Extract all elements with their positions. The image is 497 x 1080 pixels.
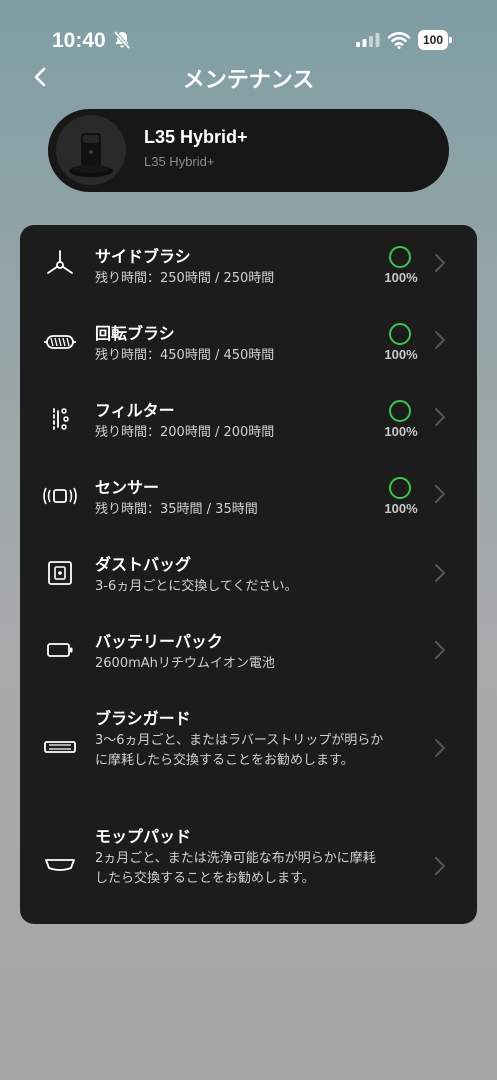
list-item-filter[interactable]: フィルター 残り時間：200時間 / 200時間 100%	[20, 397, 477, 457]
item-desc: 3〜6ヵ月ごと、またはラバーストリップが明らかに摩耗したら交換することをお勧めし…	[95, 733, 384, 768]
sensor-icon	[43, 487, 77, 505]
dust-bag-icon	[48, 561, 72, 585]
bell-muted-icon	[113, 30, 131, 50]
status-time: 10:40	[52, 29, 106, 52]
status-ring	[389, 323, 411, 345]
item-title: センサー	[95, 478, 160, 497]
item-title: フィルター	[95, 401, 175, 420]
item-percent: 100%	[384, 347, 418, 362]
list-item-sensor[interactable]: センサー 残り時間：35時間 / 35時間 100%	[20, 474, 477, 534]
list-item-mop-pad[interactable]: モップパッド 2ヵ月ごと、または洗浄可能な布が明らかに摩耗したら交換することをお…	[20, 823, 477, 923]
item-title: 回転ブラシ	[95, 324, 175, 343]
status-ring	[389, 477, 411, 499]
device-name: L35 Hybrid+	[144, 127, 248, 147]
maintenance-list: サイドブラシ 残り時間：250時間 / 250時間 100% 回転ブラシ 残り時…	[20, 225, 477, 924]
list-item-side-brush[interactable]: サイドブラシ 残り時間：250時間 / 250時間 100%	[20, 243, 477, 303]
item-percent: 100%	[384, 501, 418, 516]
chevron-right-icon	[435, 857, 446, 875]
brush-guard-icon	[44, 741, 76, 753]
cellular-signal-icon	[356, 33, 380, 47]
status-ring	[389, 400, 411, 422]
item-desc: 残り時間：200時間 / 200時間	[95, 425, 275, 440]
list-item-battery-pack[interactable]: バッテリーパック 2600mAhリチウムイオン電池	[20, 628, 477, 688]
item-percent: 100%	[384, 424, 418, 439]
item-desc: 残り時間：450時間 / 450時間	[95, 348, 275, 363]
chevron-right-icon	[435, 564, 446, 582]
battery-nub	[449, 37, 452, 43]
mop-pad-icon	[45, 859, 75, 871]
chevron-right-icon	[435, 641, 446, 659]
item-desc: 2600mAhリチウムイオン電池	[95, 656, 275, 671]
list-item-brush-guard[interactable]: ブラシガード 3〜6ヵ月ごと、またはラバーストリップが明らかに摩耗したら交換する…	[20, 705, 477, 805]
item-desc: 残り時間：250時間 / 250時間	[95, 271, 275, 286]
item-desc: 3-6ヵ月ごとに交換してください。	[95, 579, 298, 594]
chevron-right-icon	[435, 739, 446, 757]
item-title: モップパッド	[95, 827, 192, 846]
filter-icon	[53, 408, 69, 430]
item-title: バッテリーパック	[95, 632, 223, 651]
item-title: サイドブラシ	[95, 247, 191, 266]
item-desc: 残り時間：35時間 / 35時間	[95, 502, 258, 517]
item-desc: 2ヵ月ごと、または洗浄可能な布が明らかに摩耗したら交換することをお勧めします。	[95, 851, 376, 886]
item-percent: 100%	[384, 270, 418, 285]
list-item-main-brush[interactable]: 回転ブラシ 残り時間：450時間 / 450時間 100%	[20, 320, 477, 380]
item-title: ダストバッグ	[95, 555, 192, 574]
status-bar: 10:40 100	[0, 0, 497, 70]
device-image	[56, 115, 126, 185]
page-title: メンテナンス	[182, 68, 315, 93]
chevron-right-icon	[435, 408, 446, 426]
main-brush-icon	[44, 335, 76, 349]
device-card[interactable]: L35 Hybrid+ L35 Hybrid+	[48, 109, 449, 192]
wifi-icon	[388, 32, 410, 49]
robot-station-icon	[69, 133, 113, 177]
chevron-right-icon	[435, 254, 446, 272]
battery-pack-icon	[47, 643, 73, 657]
item-title: ブラシガード	[95, 709, 191, 728]
device-model: L35 Hybrid+	[144, 154, 215, 169]
battery-indicator: 100	[418, 30, 452, 50]
list-item-dust-bag[interactable]: ダストバッグ 3-6ヵ月ごとに交換してください。	[20, 551, 477, 611]
chevron-right-icon	[435, 331, 446, 349]
chevron-right-icon	[435, 485, 446, 503]
battery-level: 100	[418, 30, 448, 50]
status-ring	[389, 246, 411, 268]
side-brush-icon	[47, 250, 73, 274]
